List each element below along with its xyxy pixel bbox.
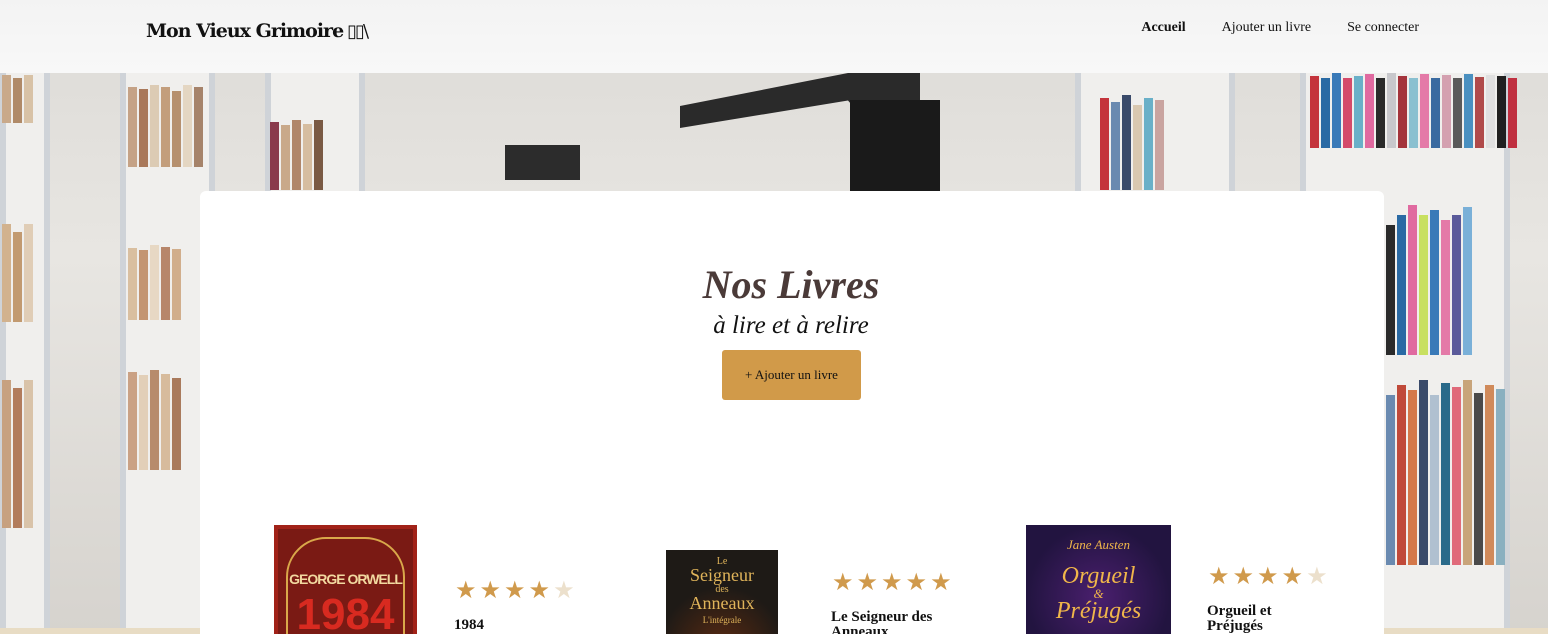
page-subtitle: à lire et à relire [713,312,869,339]
nav-links: Accueil Ajouter un livre Se connecter [1141,20,1419,36]
book-cover-seigneur-des-anneaux[interactable]: Le Seigneur des Anneaux L'intégrale [666,550,778,634]
cover-title: Le Seigneur des Anneaux [689,556,755,613]
add-book-button[interactable]: + Ajouter un livre [722,350,861,400]
rating-stars: ★ ★ ★ ★ ★ [832,570,952,594]
cover-subtitle: L'intégrale [702,615,742,625]
book-cover-1984[interactable]: GEORGE ORWELL 1984 [274,525,417,634]
star-full-icon: ★ [1281,562,1304,590]
nav-link-accueil[interactable]: Accueil [1141,20,1185,36]
star-full-icon: ★ [455,576,477,604]
star-full-icon: ★ [479,576,502,604]
logo-text: Mon Vieux Grimoire [146,20,344,42]
rating-stars: ★ ★ ★ ★ ★ [1208,564,1328,588]
book-title[interactable]: Orgueil et Préjugés [1207,604,1317,634]
site-logo[interactable]: Mon Vieux Grimoire ▯▯\ [146,20,369,42]
top-navbar: Mon Vieux Grimoire ▯▯\ Accueil Ajouter u… [0,0,1548,73]
star-empty-icon: ★ [1306,562,1328,590]
star-full-icon: ★ [504,576,526,604]
cover-author: Jane Austen [1067,537,1130,552]
star-full-icon: ★ [528,576,551,604]
nav-link-ajouter-livre[interactable]: Ajouter un livre [1222,20,1311,36]
star-full-icon: ★ [856,568,879,596]
book-title[interactable]: 1984 [454,618,574,633]
star-full-icon: ★ [1257,562,1279,590]
star-full-icon: ★ [1208,562,1230,590]
star-full-icon: ★ [930,568,952,596]
star-full-icon: ★ [905,568,928,596]
star-full-icon: ★ [881,568,903,596]
book-cover-orgueil-et-prejuges[interactable]: Jane Austen Orgueil & Préjugés [1026,525,1171,634]
cover-title: 1984 [296,590,395,634]
page-title: Nos Livres [702,262,880,307]
star-full-icon: ★ [832,568,854,596]
books-icon: ▯▯\ [347,20,369,42]
rating-stars: ★ ★ ★ ★ ★ [455,578,575,602]
star-empty-icon: ★ [553,576,575,604]
cover-title: Orgueil & Préjugés [1055,563,1142,624]
book-title[interactable]: Le Seigneur des Anneaux [831,610,966,634]
main-card: Nos Livres à lire et à relire + Ajouter … [200,191,1384,634]
star-full-icon: ★ [1232,562,1255,590]
nav-link-se-connecter[interactable]: Se connecter [1347,20,1419,36]
cover-author: GEORGE ORWELL [289,571,403,587]
